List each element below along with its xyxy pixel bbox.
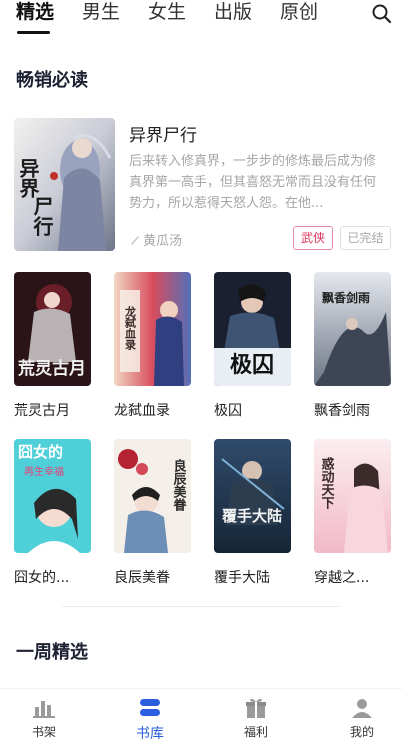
top-tab-bar: 精选 男生 女生 出版 原创 [0,0,402,40]
svg-text:荒灵古月: 荒灵古月 [17,358,86,379]
user-icon [352,699,372,718]
section-title-weekly: 一周精选 [16,642,88,663]
book-title-6[interactable]: 良辰美眷 [114,567,170,587]
book-cover-8[interactable]: 惑动天下 [314,439,391,553]
bookshelf-icon [33,701,55,718]
book-cover-5[interactable]: 囧女的 再生幸福 [14,439,91,553]
tab-publish[interactable]: 出版 [214,0,252,26]
book-title-3[interactable]: 极囚 [214,400,242,420]
tab-featured[interactable]: 精选 [16,0,54,26]
book-title-4[interactable]: 飘香剑雨 [314,400,370,420]
nav-bookshelf[interactable]: 书架 [14,697,74,740]
svg-text:良辰美眷: 良辰美眷 [171,458,188,512]
book-cover-1[interactable]: 荒灵古月 [14,272,91,386]
gift-icon [246,698,266,718]
book-title-2[interactable]: 龙弑血录 [114,400,170,420]
active-tab-indicator [17,31,50,34]
featured-book-author: 黄瓜汤 [129,230,182,249]
svg-text:再生幸福: 再生幸福 [24,465,64,478]
svg-text:飘香剑雨: 飘香剑雨 [322,290,370,305]
svg-text:尸行: 尸行 [30,196,54,236]
book-title-7[interactable]: 覆手大陆 [214,567,270,587]
book-title-1[interactable]: 荒灵古月 [14,400,70,420]
nav-profile[interactable]: 我的 [332,697,392,740]
book-title-5[interactable]: 囧女的... [14,567,69,587]
featured-book-title[interactable]: 异界尸行 [129,121,197,146]
status-badge: 已完结 [340,226,391,250]
nav-label-bookshelf: 书架 [31,725,56,739]
book-cover-3[interactable]: 极囚 [214,272,291,386]
nav-label-welfare: 福利 [243,725,268,739]
nav-library[interactable]: 书库 [120,697,180,743]
featured-book-cover[interactable]: 异界 尸行 [14,118,115,251]
svg-text:异界: 异界 [16,158,40,199]
section-title-bestseller: 畅销必读 [16,70,88,91]
nav-label-library: 书库 [136,726,164,742]
book-cover-7[interactable]: 覆手大陆 [214,439,291,553]
pen-icon [131,235,139,245]
author-name: 黄瓜汤 [143,234,183,249]
tab-original[interactable]: 原创 [280,0,318,26]
featured-book-description: 后来转入修真界，一步步的修炼最后成为修真界第一高手，但其喜怒无常而且没有任何势力… [129,154,377,211]
svg-text:囧女的: 囧女的 [18,443,63,461]
genre-tag[interactable]: 武侠 [293,226,333,250]
svg-text:惑动天下: 惑动天下 [319,456,335,510]
bottom-nav: 书架 书库 福利 我的 [0,688,402,744]
book-cover-6[interactable]: 良辰美眷 [114,439,191,553]
book-title-8[interactable]: 穿越之... [314,567,369,587]
nav-welfare[interactable]: 福利 [226,697,286,740]
svg-text:覆手大陆: 覆手大陆 [222,507,282,525]
search-icon[interactable] [371,3,393,25]
book-cover-4[interactable]: 飘香剑雨 [314,272,391,386]
svg-text:龙弑血录: 龙弑血录 [124,305,138,351]
book-cover-2[interactable]: 龙弑血录 [114,272,191,386]
tab-female[interactable]: 女生 [148,0,186,26]
library-icon [140,699,160,716]
section-divider [62,606,340,607]
tab-male[interactable]: 男生 [82,0,120,26]
svg-text:极囚: 极囚 [230,353,274,378]
nav-label-profile: 我的 [349,725,374,739]
